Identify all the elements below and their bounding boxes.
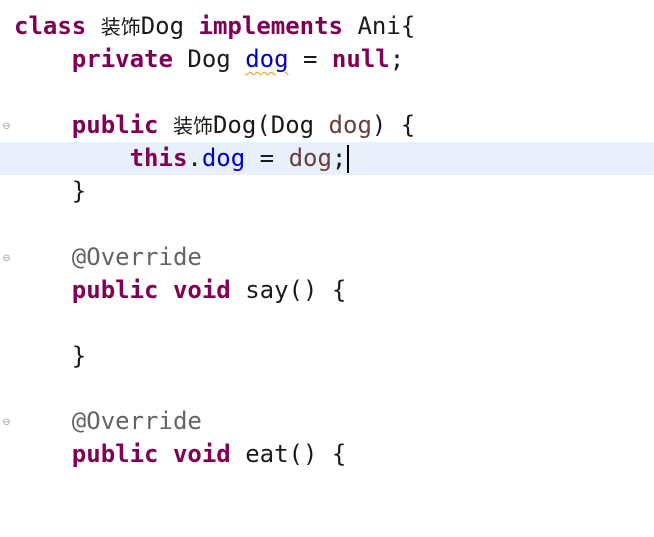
- code-line-close-brace[interactable]: }: [0, 175, 654, 208]
- type-name: Dog: [172, 45, 246, 73]
- keyword-this: this: [129, 144, 188, 172]
- code-text: public void say() {: [14, 274, 347, 307]
- semicolon: ;: [331, 144, 347, 172]
- method-signature: eat() {: [230, 440, 347, 468]
- code-line-class-declaration[interactable]: class 装饰Dog implements Ani{: [0, 10, 654, 43]
- class-name-prefix: 装饰: [100, 15, 141, 39]
- keyword-public: public: [71, 276, 159, 304]
- code-line-current[interactable]: this.dog = dog;: [0, 142, 654, 175]
- code-line-annotation[interactable]: @Override: [0, 405, 654, 438]
- code-text: @Override: [14, 241, 202, 274]
- method-signature: say() {: [230, 276, 347, 304]
- constructor-tail: ) {: [371, 111, 416, 139]
- code-text: }: [14, 340, 86, 373]
- constructor-name-prefix: 装饰: [172, 114, 213, 138]
- keyword-public: public: [71, 440, 159, 468]
- parameter-dog: dog: [288, 144, 332, 172]
- semicolon: ;: [389, 45, 405, 73]
- class-name: Dog: [140, 12, 185, 40]
- code-line-field-declaration[interactable]: private Dog dog = null;: [0, 43, 654, 76]
- dot: .: [187, 144, 202, 172]
- code-text: public void eat() {: [14, 438, 347, 471]
- keyword-public: public: [71, 111, 159, 139]
- code-text: public 装饰Dog(Dog dog) {: [14, 109, 415, 143]
- code-line-method-say[interactable]: public void say() {: [0, 274, 654, 307]
- code-line-close-brace[interactable]: }: [0, 340, 654, 373]
- code-text: class 装饰Dog implements Ani{: [14, 10, 415, 44]
- field-dog: dog: [201, 144, 246, 172]
- closing-brace: }: [71, 342, 87, 370]
- keyword-void: void: [172, 440, 231, 468]
- interface-name: Ani{: [343, 12, 416, 40]
- keyword-class: class: [14, 12, 87, 40]
- closing-brace: }: [71, 177, 87, 205]
- code-line-constructor[interactable]: public 装饰Dog(Dog dog) {: [0, 109, 654, 142]
- keyword-void: void: [172, 276, 231, 304]
- keyword-null: null: [331, 45, 390, 73]
- code-line-method-eat[interactable]: public void eat() {: [0, 438, 654, 471]
- code-text: private Dog dog = null;: [14, 43, 404, 76]
- field-dog: dog: [245, 45, 289, 73]
- parameter-dog: dog: [328, 111, 372, 139]
- code-text: this.dog = dog;: [14, 142, 350, 175]
- text-caret: [347, 145, 350, 173]
- code-text: }: [14, 175, 86, 208]
- keyword-private: private: [71, 45, 173, 73]
- code-editor[interactable]: class 装饰Dog implements Ani{ private Dog …: [0, 0, 654, 509]
- assign-operator: =: [245, 144, 289, 172]
- assign-operator: =: [288, 45, 332, 73]
- constructor-signature: Dog(Dog: [212, 111, 329, 139]
- annotation-override: @Override: [71, 407, 202, 435]
- code-text: @Override: [14, 405, 202, 438]
- annotation-override: @Override: [71, 243, 202, 271]
- code-line-annotation[interactable]: @Override: [0, 241, 654, 274]
- keyword-implements: implements: [198, 12, 344, 40]
